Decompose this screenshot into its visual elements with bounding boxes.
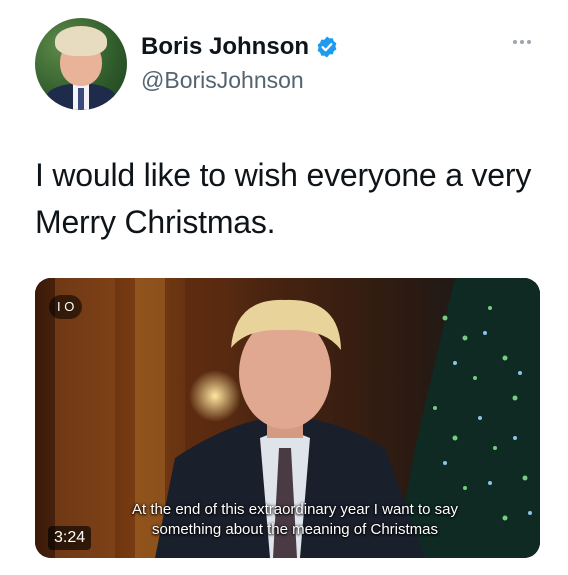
more-horizontal-icon[interactable] xyxy=(513,40,531,44)
author-display-name[interactable]: Boris Johnson xyxy=(141,33,309,61)
video-duration: 3:24 xyxy=(48,526,92,550)
author-handle[interactable]: @BorisJohnson xyxy=(141,67,304,94)
tweet-text: I would like to wish everyone a very Mer… xyxy=(35,157,532,240)
video-badge: I O xyxy=(49,295,83,319)
video-player[interactable]: I O At the end of this extraordinary yea… xyxy=(35,278,540,558)
author-name-row: Boris Johnson xyxy=(141,33,339,61)
tweet: Boris Johnson @BorisJohnson I would like… xyxy=(0,0,568,575)
video-caption: At the end of this extraordinary year I … xyxy=(131,501,458,538)
avatar[interactable] xyxy=(35,18,127,110)
verified-badge-icon xyxy=(315,35,339,59)
